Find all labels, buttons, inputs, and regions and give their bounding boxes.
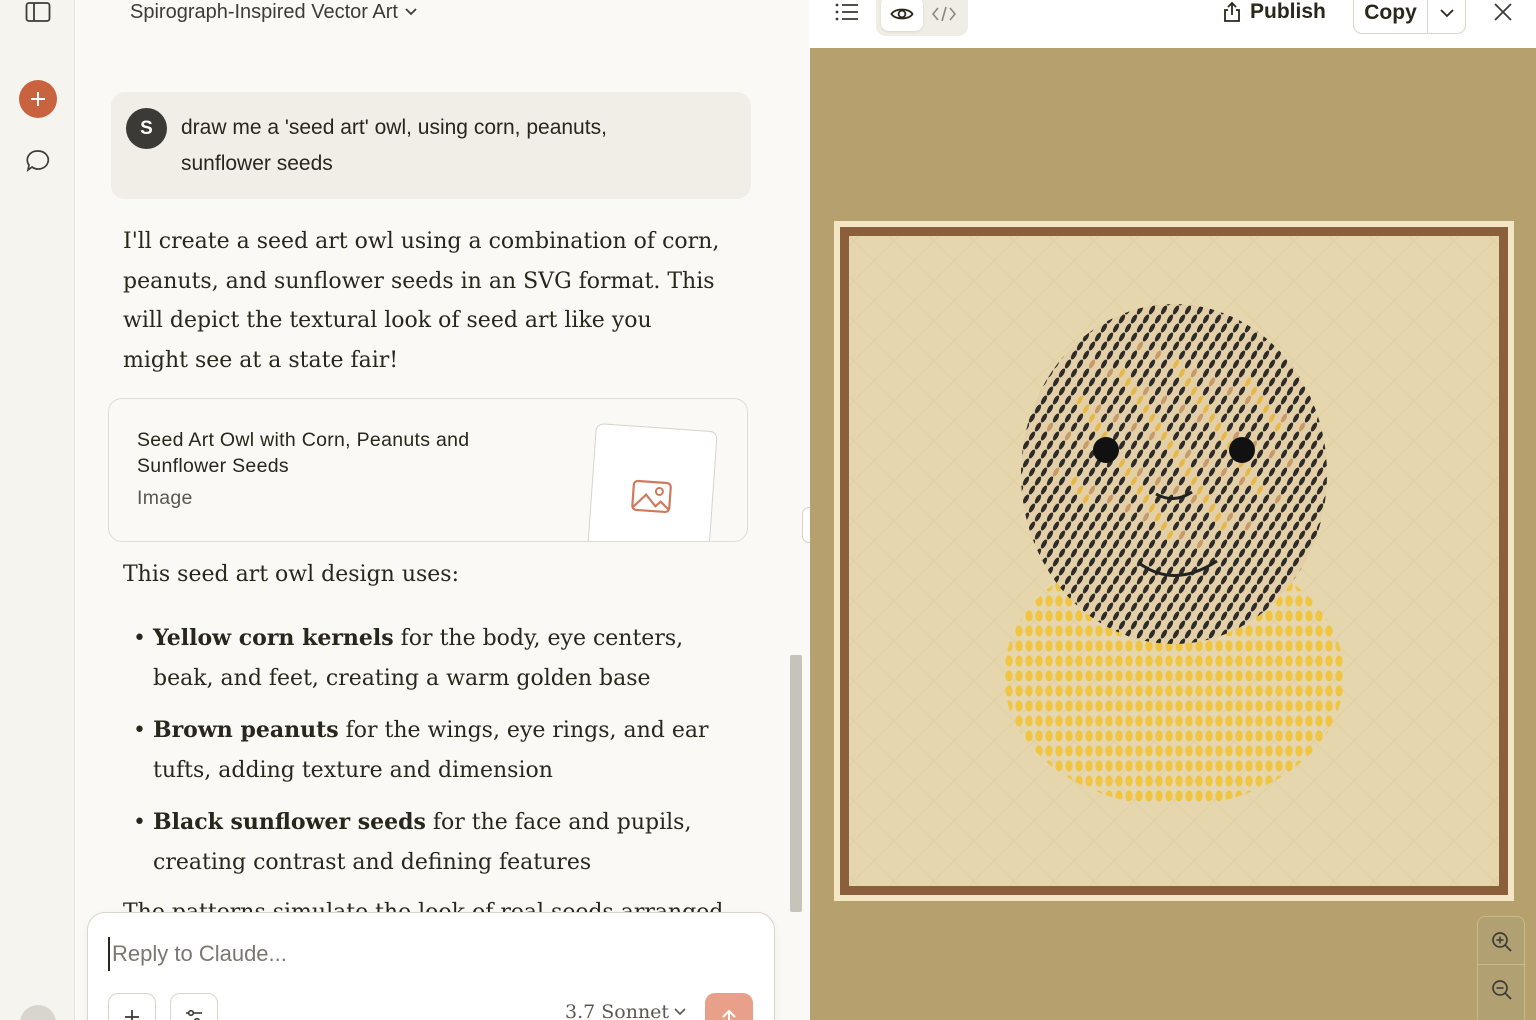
publish-label: Publish — [1250, 0, 1326, 23]
composer: 3.7 Sonnet — [87, 912, 775, 1020]
view-toggle — [876, 0, 968, 36]
zoom-out-icon — [1492, 980, 1512, 1000]
chat-title-button[interactable]: Spirograph-Inspired Vector Art — [130, 0, 418, 24]
sidebar-toggle-button[interactable] — [19, 0, 57, 31]
chat-title: Spirograph-Inspired Vector Art — [130, 0, 398, 23]
zoom-out-button[interactable] — [1478, 967, 1526, 1013]
copy-options-button[interactable] — [1428, 0, 1465, 33]
preview-tab[interactable] — [881, 0, 923, 31]
artifact-title: Seed Art Owl with Corn, Peanuts and Sunf… — [137, 429, 470, 477]
plus-icon — [31, 92, 45, 106]
artifact-header: Publish Copy — [810, 0, 1536, 48]
bullet-bold-text: Brown peanuts — [153, 717, 339, 743]
list-icon — [835, 3, 858, 21]
zoom-controls — [1477, 916, 1526, 1020]
eye-icon — [890, 8, 914, 20]
user-message: S draw me a 'seed art' owl, using corn, … — [111, 92, 751, 199]
chat-scrollbar[interactable] — [790, 655, 802, 912]
contents-button[interactable] — [832, 0, 862, 27]
artifact-panel: Publish Copy — [810, 0, 1536, 1020]
chevron-down-icon — [674, 1008, 686, 1016]
send-button[interactable] — [705, 993, 753, 1020]
bullet-bold-text: Black sunflower seeds — [153, 809, 426, 835]
reply-input[interactable] — [108, 937, 748, 971]
list-item: Brown peanuts for the wings, eye rings, … — [133, 711, 713, 790]
seed-art-owl-image — [834, 221, 1514, 901]
chats-button[interactable] — [19, 142, 57, 180]
share-icon — [1224, 1, 1240, 22]
plus-icon — [125, 1010, 139, 1020]
sidebar-toggle-icon — [25, 2, 51, 22]
account-avatar[interactable] — [20, 1005, 56, 1020]
artifact-card[interactable]: Seed Art Owl with Corn, Peanuts and Sunf… — [108, 398, 748, 542]
chevron-down-icon — [405, 8, 417, 16]
list-item: Black sunflower seeds for the face and p… — [133, 803, 713, 882]
close-button[interactable] — [1488, 0, 1518, 27]
chevron-down-icon — [1439, 9, 1454, 18]
code-tab[interactable] — [924, 0, 964, 31]
sliders-icon — [186, 1009, 202, 1020]
zoom-in-icon — [1492, 931, 1512, 952]
copy-button[interactable]: Copy — [1354, 0, 1428, 33]
new-chat-button[interactable] — [19, 80, 57, 118]
copy-button-group: Copy — [1353, 0, 1466, 34]
model-selector[interactable]: 3.7 Sonnet — [565, 1001, 686, 1020]
code-icon — [931, 6, 957, 22]
artifact-type: Image — [137, 487, 193, 509]
publish-button[interactable]: Publish — [1222, 0, 1326, 26]
assistant-reply-intro: I'll create a seed art owl using a combi… — [123, 229, 720, 373]
image-icon — [631, 479, 672, 514]
uses-heading: This seed art owl design uses: — [123, 562, 459, 587]
chat-bubble-icon — [26, 150, 50, 173]
artifact-canvas — [834, 221, 1514, 901]
close-icon — [1494, 3, 1512, 21]
list-item: Yellow corn kernels for the body, eye ce… — [133, 619, 713, 698]
arrow-up-icon — [722, 1009, 736, 1020]
model-name: 3.7 Sonnet — [565, 1001, 670, 1020]
settings-button[interactable] — [170, 993, 218, 1020]
zoom-in-button[interactable] — [1478, 919, 1526, 965]
right-eye — [1229, 437, 1255, 463]
user-avatar: S — [126, 108, 167, 149]
bullet-bold-text: Yellow corn kernels — [153, 625, 394, 651]
left-rail — [0, 0, 75, 1020]
attach-button[interactable] — [108, 993, 156, 1020]
left-eye — [1093, 437, 1119, 463]
artifact-thumbnail — [586, 422, 718, 541]
chat-column: Spirograph-Inspired Vector Art S draw me… — [76, 0, 809, 1020]
feature-list: Yellow corn kernels for the body, eye ce… — [133, 619, 713, 895]
user-message-text: draw me a 'seed art' owl, using corn, pe… — [181, 116, 607, 175]
